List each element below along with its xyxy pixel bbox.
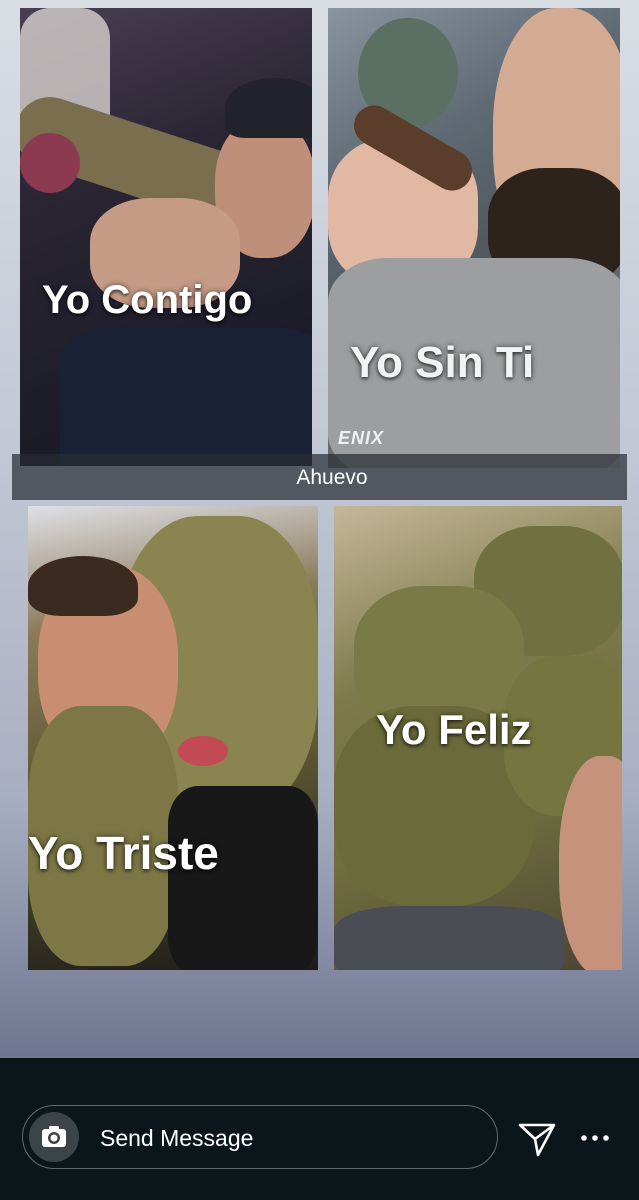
meme-panel-2: Yo Sin Ti ENIX [328, 8, 620, 468]
story-image: Yo Contigo Yo Sin Ti ENIX Yo Triste Yo F… [0, 0, 639, 1058]
meme-panel-1: Yo Contigo [20, 8, 312, 466]
watermark-text: ENIX [338, 428, 385, 448]
more-icon[interactable] [578, 1122, 612, 1154]
send-message-input[interactable]: Send Message [22, 1105, 498, 1169]
send-message-placeholder: Send Message [100, 1125, 254, 1151]
caption-yo-feliz: Yo Feliz [376, 706, 532, 753]
camera-icon [42, 1126, 66, 1147]
send-icon[interactable] [516, 1117, 558, 1159]
caption-yo-contigo: Yo Contigo [42, 278, 253, 322]
camera-button[interactable] [29, 1112, 79, 1162]
caption-bar-text: Ahuevo [296, 466, 368, 489]
caption-yo-sin-ti: Yo Sin Ti [350, 338, 535, 387]
caption-bar: Ahuevo [12, 454, 627, 500]
meme-panel-4: Yo Feliz [334, 506, 622, 970]
caption-yo-triste: Yo Triste [28, 827, 219, 879]
meme-panel-3: Yo Triste [28, 506, 318, 970]
